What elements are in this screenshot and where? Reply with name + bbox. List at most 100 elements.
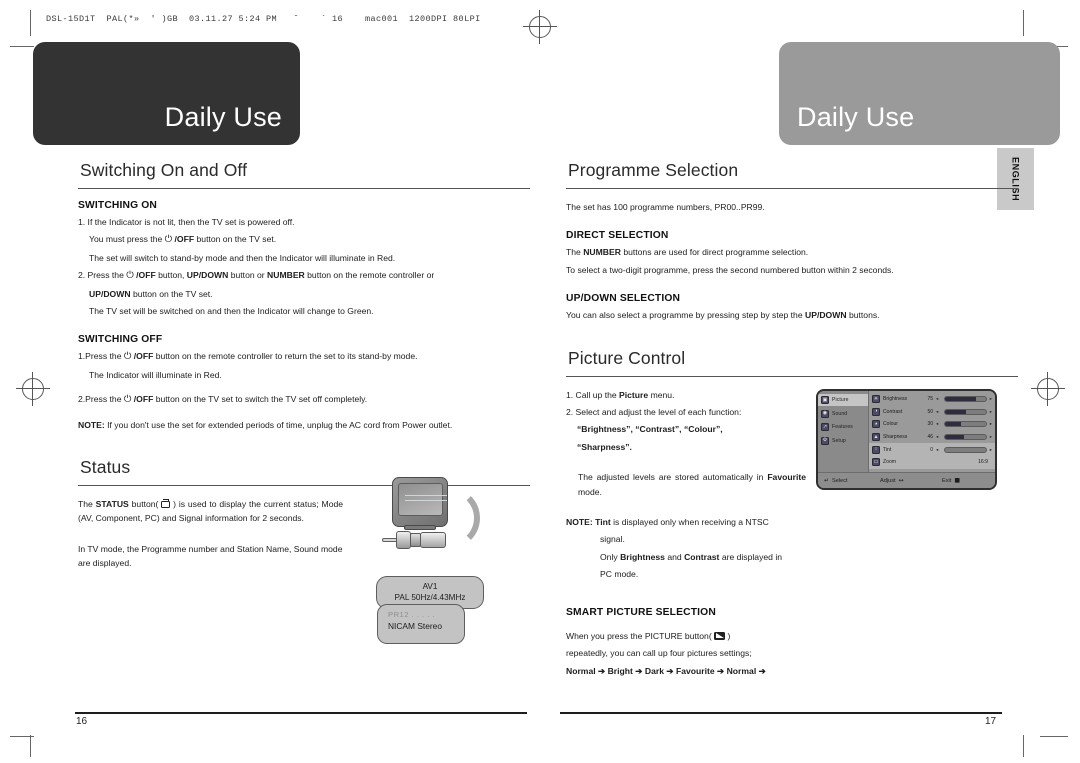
stored-b: Favourite	[767, 472, 806, 483]
registration-mark-left	[16, 372, 50, 406]
osd-slider-colour[interactable]	[944, 421, 987, 428]
osd-adjust-label: Adjust	[880, 477, 896, 484]
crop-mark-bottom-left	[30, 735, 31, 757]
switching-on-line-2b: /OFF	[174, 234, 195, 245]
osd-tab-picture[interactable]: ▣ Picture	[818, 394, 868, 406]
picture-note-3b: Brightness	[620, 551, 665, 562]
switching-off-line-1a: 1.Press the	[78, 351, 122, 362]
osd-slider-brightness[interactable]	[944, 396, 987, 403]
subheading-smart-picture-selection: SMART PICTURE SELECTION	[566, 606, 716, 618]
picture-control-step-2: 2. Select and adjust the level of each f…	[566, 407, 742, 418]
osd-tab-list: ▣ Picture ◉ Sound ↗ Features ⚙ Setup	[818, 391, 868, 472]
left-arrow-icon: ◂	[936, 446, 939, 452]
osd-footer-exit[interactable]: Exit ■	[942, 477, 992, 484]
status-p1c: button(	[131, 499, 159, 510]
picture-note-line-2: signal.	[600, 534, 625, 545]
osd-row-value: 46	[927, 434, 933, 441]
osd-row-value: 75	[927, 396, 933, 403]
stored-levels-paragraph: The adjusted levels are stored automatic…	[566, 470, 806, 499]
osd-row-zoom[interactable]: ▭ Zoom 16:9	[869, 455, 995, 469]
osd-tab-label: Picture	[832, 397, 849, 403]
smart-picture-l1a: When you press the PICTURE button(	[566, 630, 712, 641]
switching-on-line-4a: 2. Press the	[78, 270, 124, 281]
osd-row-value: 0	[930, 446, 933, 453]
heading-programme-selection: Programme Selection	[568, 160, 739, 180]
left-arrow-icon: ◂	[936, 421, 939, 427]
osd-slider-sharpness[interactable]	[944, 434, 987, 441]
picture-step1c: menu.	[650, 389, 675, 400]
crop-mark-bottom-right	[1023, 735, 1024, 757]
direct-selection-l1a: The	[566, 247, 581, 258]
subheading-switching-on: SWITCHING ON	[78, 200, 158, 211]
osd-tab-features[interactable]: ↗ Features	[818, 421, 868, 433]
heading-picture-control: Picture Control	[568, 347, 686, 368]
footer-rule-right	[560, 712, 1002, 714]
picture-note-line-4: PC mode.	[600, 569, 639, 580]
left-arrow-icon: ◂	[936, 396, 939, 402]
osd-setting-list: ☀ Brightness 75 ◂ ▸ ◑ Contrast 50 ◂ ▸ ◕	[868, 391, 995, 472]
manual-page-spread: DSL-15D1T PAL(*» ' )GB 03.11.27 5:24 PM …	[0, 0, 1080, 763]
footer-rule-left	[75, 712, 527, 714]
switching-off-line-3b: /OFF	[133, 394, 154, 405]
switching-on-line-4e: button or	[230, 270, 265, 281]
picture-button-icon	[714, 631, 726, 640]
switching-on-line-2: You must press the ⏻ /OFF button on the …	[78, 232, 530, 247]
heading-rule	[566, 188, 1018, 189]
switching-on-line-4c: button,	[158, 270, 185, 281]
chapter-title-left: Daily Use	[164, 102, 282, 132]
switching-on-line-4b: /OFF	[136, 270, 156, 281]
switching-on-line-5a: UP/DOWN	[89, 288, 131, 299]
note-label: NOTE:	[78, 419, 105, 430]
switching-on-line-1: 1. If the Indicator is not lit, then the…	[78, 217, 295, 227]
osd-tab-sound[interactable]: ◉ Sound	[818, 408, 868, 420]
right-arrow-icon: ▸	[989, 408, 992, 414]
osd-row-value: 30	[927, 421, 933, 428]
switching-on-line-6: The TV set will be switched on and then …	[89, 306, 374, 317]
tv-programme-badge: PR12 . . . . . NICAM Stereo	[377, 604, 465, 644]
updown-selection-l1a: You can also select a programme by press…	[566, 310, 803, 321]
osd-slider-tint[interactable]	[944, 446, 987, 453]
sharpness-icon: ▲	[872, 433, 880, 442]
osd-row-brightness[interactable]: ☀ Brightness 75 ◂ ▸	[869, 393, 995, 406]
osd-tab-label: Sound	[832, 410, 848, 417]
osd-row-label: Tint	[883, 446, 892, 453]
osd-slider-contrast[interactable]	[944, 408, 987, 415]
right-arrow-icon: ▸	[989, 434, 992, 440]
osd-row-contrast[interactable]: ◑ Contrast 50 ◂ ▸	[869, 406, 995, 419]
sound-icon: ◉	[821, 409, 829, 418]
functions-line-2: “Sharpness”.	[577, 441, 632, 452]
osd-footer-adjust[interactable]: Adjust ↔	[880, 477, 942, 484]
smart-picture-line-3: Normal ➔ Bright ➔ Dark ➔ Favourite ➔ Nor…	[566, 664, 1018, 678]
switching-on-line-2a: You must press the	[89, 234, 163, 245]
heading-rule	[78, 188, 530, 189]
osd-exit-label: Exit	[942, 477, 952, 484]
tint-icon: ↕	[872, 445, 880, 454]
osd-tab-setup[interactable]: ⚙ Setup	[818, 435, 868, 447]
stop-square-icon: ■	[954, 477, 960, 484]
right-arrow-icon: ▸	[989, 446, 992, 452]
picture-note-line-3: Only Brightness and Contrast are display…	[566, 550, 816, 564]
osd-footer-select[interactable]: ↵ Select	[818, 477, 880, 484]
switching-on-line-4d: UP/DOWN	[186, 270, 229, 281]
direct-selection-l1c: buttons are used for direct programme se…	[623, 247, 809, 258]
zoom-icon: ▭	[872, 458, 880, 467]
left-right-arrow-icon: ↔	[898, 477, 904, 484]
osd-row-colour[interactable]: ◕ Colour 30 ◂ ▸	[869, 418, 995, 431]
subheading-direct-selection: DIRECT SELECTION	[566, 230, 669, 242]
tv-badge-line-1: PR12 . . . . .	[388, 610, 436, 619]
switching-off-line-3: 2.Press the ⏻ /OFF button on the TV set …	[78, 392, 530, 407]
tv-and-connector-graphic	[374, 475, 494, 570]
osd-row-sharpness[interactable]: ▲ Sharpness 46 ◂ ▸	[869, 431, 995, 444]
programme-selection-intro: The set has 100 programme numbers, PR00.…	[566, 202, 765, 212]
features-icon: ↗	[821, 423, 829, 431]
picture-step1a: 1. Call up the	[566, 389, 617, 400]
direct-selection-line-1: The NUMBER buttons are used for direct p…	[566, 245, 1018, 259]
osd-row-value: 50	[927, 408, 933, 415]
av-badge-line-2: PAL 50Hz/4.43MHz	[394, 593, 466, 602]
crop-mark-top-left-h	[10, 46, 34, 47]
osd-row-tint[interactable]: ↕ Tint 0 ◂ ▸	[869, 443, 995, 456]
osd-main: ▣ Picture ◉ Sound ↗ Features ⚙ Setup ☀ B…	[818, 391, 995, 472]
right-arrow-icon: ▸	[989, 396, 992, 402]
smart-picture-l1b: )	[727, 630, 731, 641]
osd-row-label: Colour	[883, 421, 899, 428]
